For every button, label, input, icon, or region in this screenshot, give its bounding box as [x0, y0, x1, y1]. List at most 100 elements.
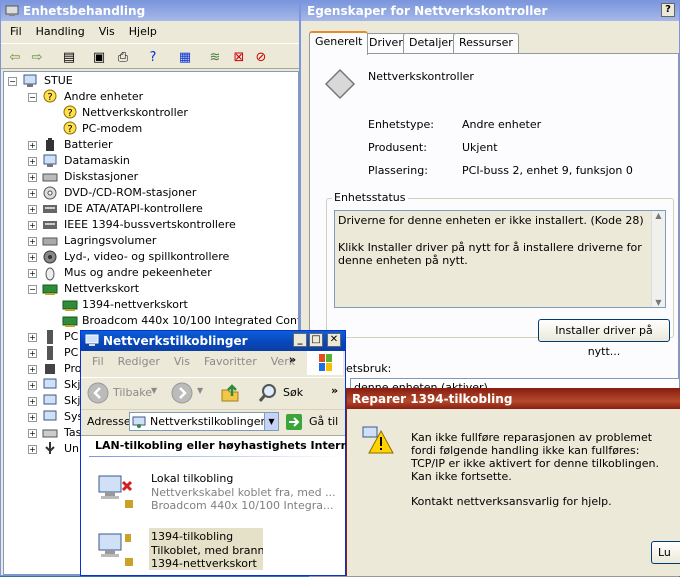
tree-node-nettverkskort[interactable]: Nettverkskort	[64, 281, 139, 297]
network-connections-titlebar[interactable]: Nettverkstilkoblinger _ □ ✕	[81, 331, 345, 351]
pc-card-icon	[47, 346, 53, 360]
install-driver-button[interactable]: Installer driver på nytt...	[538, 319, 670, 358]
tab-generelt[interactable]: Generelt	[309, 31, 369, 55]
tree-node-pc-modem[interactable]: PC-modem	[82, 121, 142, 137]
back-arrow-icon[interactable]: ⇦	[5, 47, 25, 67]
expand-toggle[interactable]: +	[28, 429, 37, 438]
expand-toggle[interactable]: +	[28, 157, 37, 166]
tree-node-stue[interactable]: STUE	[44, 73, 73, 89]
menu-more-chevron[interactable]: »	[289, 353, 296, 366]
tree-node-dvd-cd-rom[interactable]: DVD-/CD-ROM-stasjoner	[64, 185, 196, 201]
tree-node-pro[interactable]: Pro	[64, 361, 81, 377]
tree-node-un[interactable]: Un	[64, 441, 79, 457]
address-dropdown-button[interactable]: ▼	[264, 413, 278, 430]
tree-node-pc-1[interactable]: PC	[64, 329, 78, 345]
console-tree-icon[interactable]: ▤	[59, 47, 79, 67]
maximize-button[interactable]: □	[309, 333, 323, 347]
tree-node-lyd-video[interactable]: Lyd-, video- og spillkontrollere	[64, 249, 229, 265]
help-button[interactable]: ?	[661, 3, 675, 17]
expand-toggle[interactable]: +	[28, 445, 37, 454]
connection-item-1394[interactable]: 1394-tilkobling Tilkoblet, med brannmur …	[95, 528, 335, 572]
update-driver-icon[interactable]: ≋	[205, 47, 225, 67]
device-manager-title: Enhetsbehandling	[23, 4, 146, 18]
go-arrow-icon[interactable]	[285, 413, 303, 431]
expand-toggle[interactable]: +	[28, 221, 37, 230]
menu-hjelp[interactable]: Hjelp	[122, 23, 164, 41]
back-button[interactable]: Tilbake ▼	[87, 382, 161, 404]
expand-toggle[interactable]: +	[28, 333, 37, 342]
forward-arrow-icon[interactable]: ⇨	[27, 47, 47, 67]
tree-node-tas[interactable]: Tas	[64, 425, 81, 441]
uninstall-icon[interactable]: ⊠	[229, 47, 249, 67]
minimize-button[interactable]: _	[293, 333, 307, 347]
expand-toggle[interactable]: +	[28, 205, 37, 214]
close-button[interactable]: ✕	[327, 333, 341, 347]
display-icon	[43, 394, 57, 405]
menu-favoritter[interactable]: Favoritter	[197, 353, 264, 371]
forward-circle-icon[interactable]	[171, 382, 193, 404]
battery-icon	[46, 138, 54, 151]
expand-toggle[interactable]: +	[28, 253, 37, 262]
tree-node-nettverkskontroller[interactable]: Nettverkskontroller	[82, 105, 188, 121]
tree-node-ieee1394[interactable]: IEEE 1394-bussvertskontrollere	[64, 217, 236, 233]
tree-node-batterier[interactable]: Batterier	[64, 137, 113, 153]
expand-toggle[interactable]: +	[28, 381, 37, 390]
collapse-toggle[interactable]: −	[28, 285, 37, 294]
menu-fil[interactable]: Fil	[3, 23, 29, 41]
expand-toggle[interactable]: +	[28, 349, 37, 358]
network-card-icon	[42, 284, 58, 295]
tree-node-datamaskin[interactable]: Datamaskin	[64, 153, 130, 169]
go-label[interactable]: Gå til	[309, 415, 338, 428]
disable-icon[interactable]: ⊘	[251, 47, 271, 67]
expand-toggle[interactable]: +	[28, 141, 37, 150]
repair-titlebar[interactable]: Reparer 1394-tilkobling	[347, 389, 680, 409]
tab-ressurser[interactable]: Ressurser	[453, 33, 519, 53]
svg-text:?: ?	[67, 124, 72, 135]
tree-node-pc-2[interactable]: PC	[64, 345, 78, 361]
tree-node-mus[interactable]: Mus og andre pekeenheter	[64, 265, 212, 281]
tree-node-1394-nettverkskort[interactable]: 1394-nettverkskort	[82, 297, 188, 313]
expand-toggle[interactable]: +	[28, 269, 37, 278]
expand-toggle[interactable]: +	[28, 237, 37, 246]
menu-fil[interactable]: Fil	[85, 353, 111, 371]
cd-drive-icon	[43, 186, 57, 200]
address-input[interactable]: Nettverkstilkoblinger ▼	[129, 412, 279, 431]
search-icon[interactable]	[257, 382, 279, 404]
windows-logo-icon	[307, 351, 343, 375]
device-manager-titlebar[interactable]: Enhetsbehandling	[1, 1, 299, 21]
up-folder-icon[interactable]	[219, 382, 241, 404]
tree-node-diskstasjoner[interactable]: Diskstasjoner	[64, 169, 138, 185]
properties-icon[interactable]: ▣	[89, 47, 109, 67]
tab-driver[interactable]: Driver	[363, 33, 409, 53]
tree-node-skj-2[interactable]: Skj	[64, 393, 80, 409]
status-scrollbar[interactable]: ▲ ▼	[651, 211, 665, 307]
expand-toggle[interactable]: +	[28, 413, 37, 422]
scan-hardware-icon[interactable]: ▦	[175, 47, 195, 67]
status-line-2: Klikk Installer driver på nytt for å ins…	[338, 241, 642, 267]
tree-node-lagringsvolumer[interactable]: Lagringsvolumer	[64, 233, 156, 249]
tree-node-broadcom[interactable]: Broadcom 440x 10/100 Integrated Controll…	[82, 313, 298, 329]
collapse-toggle[interactable]: −	[28, 93, 37, 102]
print-icon[interactable]: ⎙	[113, 47, 133, 67]
expand-toggle[interactable]: +	[28, 173, 37, 182]
unknown-device-diamond-icon	[324, 68, 356, 100]
properties-titlebar[interactable]: Egenskaper for Nettverkskontroller ?	[301, 1, 679, 21]
close-button[interactable]: Lu	[651, 541, 680, 564]
expand-toggle[interactable]: +	[28, 397, 37, 406]
tab-detaljer[interactable]: Detaljer	[403, 33, 459, 53]
menu-rediger[interactable]: Rediger	[111, 353, 167, 371]
menu-vis[interactable]: Vis	[167, 353, 197, 371]
connection-item-lokal[interactable]: Lokal tilkobling Nettverkskabel koblet f…	[95, 470, 336, 514]
toolbar-more-chevron[interactable]: »	[331, 384, 338, 397]
tree-node-ide-ata[interactable]: IDE ATA/ATAPI-kontrollere	[64, 201, 203, 217]
search-label[interactable]: Søk	[283, 386, 303, 399]
tree-node-andre-enheter[interactable]: Andre enheter	[64, 89, 143, 105]
device-manager-icon	[5, 5, 19, 16]
tree-node-skj-1[interactable]: Skj	[64, 377, 80, 393]
expand-toggle[interactable]: +	[28, 365, 37, 374]
menu-vis[interactable]: Vis	[92, 23, 122, 41]
collapse-toggle[interactable]: −	[8, 77, 17, 86]
help-icon[interactable]: ?	[143, 47, 163, 67]
expand-toggle[interactable]: +	[28, 189, 37, 198]
menu-handling[interactable]: Handling	[29, 23, 92, 41]
